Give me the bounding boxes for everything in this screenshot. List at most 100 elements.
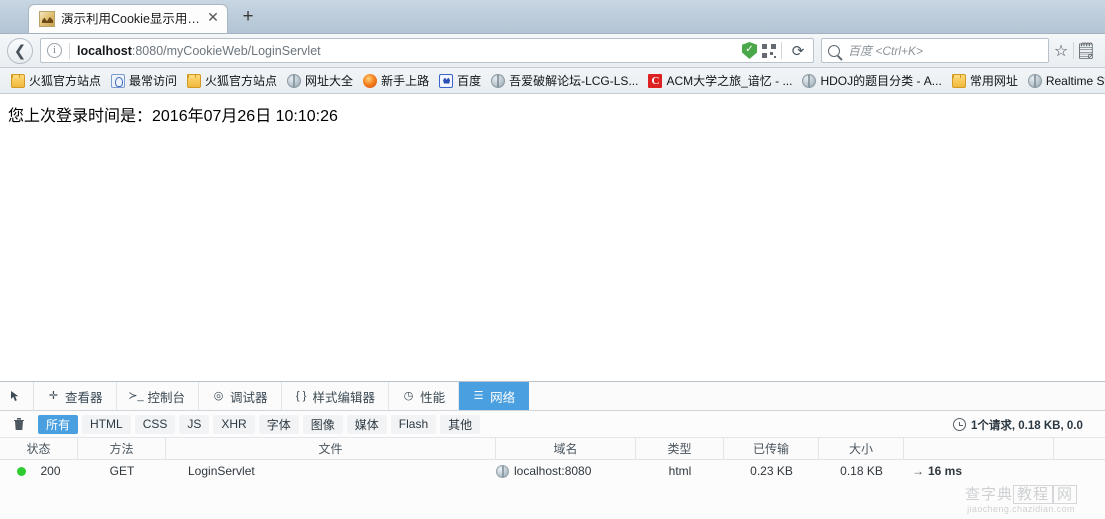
filter-button[interactable]: 所有 [38, 414, 79, 434]
shield-icon[interactable] [742, 42, 757, 59]
filter-button[interactable]: HTML [82, 414, 131, 434]
domain-text: localhost:8080 [514, 464, 592, 478]
filter-button[interactable]: JS [179, 414, 210, 434]
back-button[interactable]: ❮ [7, 37, 33, 64]
new-tab-button[interactable]: + [234, 5, 262, 31]
bookmark-item[interactable]: 吾爱破解论坛-LCG-LS... [486, 71, 643, 91]
close-icon[interactable]: ✕ [205, 11, 221, 27]
bookmark-star-icon[interactable]: ☆ [1049, 39, 1073, 63]
filter-button[interactable]: 其他 [440, 414, 481, 434]
column-header-status[interactable]: 状态 [0, 437, 78, 460]
devtools-panel: ✛ 查看器 ≻_ 控制台 ◎ 调试器 { } 样式编辑器 ◷ 性能 ☰ 网络 所有 HTML CSS JS X… [0, 381, 1105, 519]
cell-method: GET [109, 464, 135, 478]
filter-button[interactable]: CSS [134, 414, 176, 434]
network-table-body: 200 GET LoginServlet localhost:8080 html 0.23… [0, 460, 1105, 483]
bookmark-item[interactable]: C ACM大学之旅_谙忆 - ... [643, 71, 797, 91]
bookmark-item[interactable]: Realtime St [1023, 71, 1105, 91]
cell-transferred: 0.23 KB [750, 464, 793, 478]
url-path: :8080/myCookieWeb/LoginServlet [131, 43, 321, 58]
url-bar-icons: ⟳ [738, 40, 809, 62]
bookmark-label: 火狐官方站点 [29, 74, 102, 88]
bookmark-item[interactable]: 火狐官方站点 [6, 71, 106, 91]
arrow-icon: → [912, 464, 924, 478]
search-icon [828, 44, 840, 57]
devtools-tab-inspector[interactable]: ✛ 查看器 [34, 382, 117, 410]
search-bar[interactable]: 百度 <Ctrl+K> [821, 38, 1049, 63]
column-header-timeline[interactable] [904, 437, 1054, 460]
clear-icon[interactable] [6, 414, 32, 434]
performance-icon: ◷ [403, 389, 414, 402]
console-icon: ≻_ [128, 389, 144, 402]
search-placeholder: 百度 <Ctrl+K> [848, 44, 924, 58]
url-bar[interactable]: i localhost:8080/myCookieWeb/LoginServle… [40, 38, 814, 63]
favicon-icon [39, 11, 55, 27]
filter-button[interactable]: Flash [390, 414, 437, 434]
cell-status: 200 [0, 460, 78, 483]
network-summary: 1个请求, 0.18 KB, 0.0 [953, 411, 1105, 438]
filter-button[interactable]: 字体 [258, 414, 299, 434]
globe-icon [802, 73, 817, 88]
devtools-tab-style-editor[interactable]: { } 样式编辑器 [282, 382, 390, 410]
cell-size: 0.18 KB [840, 464, 883, 478]
bookmarks-bar: 火狐官方站点 最常访问 火狐官方站点 网址大全 新手上路 百度 吾爱破解论坛-LCG-LS.… [0, 68, 1105, 94]
url-separator [69, 42, 70, 59]
site-info-icon[interactable]: i [47, 43, 62, 58]
devtools-tab-network[interactable]: ☰ 网络 [459, 382, 530, 410]
column-header-domain[interactable]: 域名 [496, 437, 636, 460]
firefox-icon [363, 73, 378, 88]
status-ok-icon [17, 467, 27, 477]
devtools-tab-label: 调试器 [230, 390, 268, 405]
most-visited-icon [111, 73, 126, 88]
column-header-method[interactable]: 方法 [78, 437, 166, 460]
devtools-tab-label: 控制台 [147, 390, 186, 405]
reload-icon[interactable]: ⟳ [787, 40, 809, 62]
tab-strip: 演示利用Cookie显示用户... ✕ + [0, 0, 1105, 34]
bookmark-label: 吾爱破解论坛-LCG-LS... [509, 74, 639, 88]
baidu-icon [439, 73, 454, 88]
browser-tab[interactable]: 演示利用Cookie显示用户... ✕ [28, 4, 228, 33]
filter-button[interactable]: 媒体 [346, 414, 387, 434]
table-row[interactable]: 200 GET LoginServlet localhost:8080 html 0.23… [0, 460, 1105, 483]
bookmark-item[interactable]: 常用网址 [947, 71, 1023, 91]
filter-button[interactable]: XHR [213, 414, 255, 434]
devtools-tab-label: 网络 [490, 390, 516, 405]
folder-icon [11, 73, 25, 88]
devtools-tab-performance[interactable]: ◷ 性能 [389, 382, 460, 410]
bookmark-item[interactable]: 火狐官方站点 [182, 71, 282, 91]
bookmark-item[interactable]: 最常访问 [106, 71, 182, 91]
network-table-header: 状态 方法 文件 域名 类型 已传输 大小 [0, 437, 1105, 460]
watermark-part2: 教程 [1012, 485, 1053, 504]
bookmark-item[interactable]: 百度 [434, 71, 486, 91]
bookmark-label: 新手上路 [381, 74, 430, 88]
qr-code-icon[interactable] [762, 43, 776, 58]
bookmark-item[interactable]: 网址大全 [282, 71, 358, 91]
cell-file: LoginServlet [188, 464, 255, 478]
column-header-type[interactable]: 类型 [636, 437, 724, 460]
devtools-tab-bar: ✛ 查看器 ≻_ 控制台 ◎ 调试器 { } 样式编辑器 ◷ 性能 ☰ 网络 [0, 382, 1105, 411]
network-filter-bar: 所有 HTML CSS JS XHR 字体 图像 媒体 Flash 其他 1个请求, 0.18 K… [0, 411, 1105, 438]
bookmark-label: Realtime St [1045, 73, 1105, 88]
bookmark-item[interactable]: HDOJ的题目分类 - A... [797, 71, 946, 91]
bookmark-label: 最常访问 [129, 74, 178, 88]
cell-timeline: → 16 ms [904, 460, 1054, 483]
bookmark-label: ACM大学之旅_谙忆 - ... [666, 74, 793, 88]
element-picker-icon[interactable] [0, 382, 34, 410]
devtools-tab-console[interactable]: ≻_ 控制台 [117, 382, 200, 410]
column-header-transferred[interactable]: 已传输 [724, 437, 819, 460]
library-icon[interactable]: 🗒 [1074, 39, 1098, 63]
bookmark-label: 常用网址 [969, 74, 1018, 88]
bookmark-item[interactable]: 新手上路 [358, 71, 434, 91]
time-value: 16 ms [928, 464, 963, 478]
devtools-tab-label: 样式编辑器 [312, 390, 376, 405]
cell-type: html [668, 464, 692, 478]
watermark-url: jiaocheng.chazidian.com [967, 504, 1075, 514]
debugger-icon: ◎ [213, 389, 224, 402]
url-host: localhost [77, 43, 132, 58]
column-header-file[interactable]: 文件 [166, 437, 496, 460]
bookmark-label: HDOJ的题目分类 - A... [820, 74, 942, 88]
tab-title: 演示利用Cookie显示用户... [61, 12, 201, 26]
devtools-tab-debugger[interactable]: ◎ 调试器 [199, 382, 282, 410]
column-header-size[interactable]: 大小 [819, 437, 904, 460]
bookmark-label: 网址大全 [305, 74, 354, 88]
filter-button[interactable]: 图像 [302, 414, 343, 434]
